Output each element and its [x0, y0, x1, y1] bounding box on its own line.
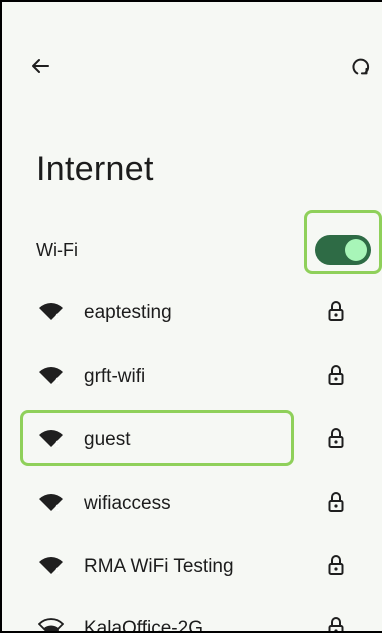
wifi-signal-icon: 6 — [39, 303, 63, 322]
svg-text:4: 4 — [55, 628, 60, 633]
network-name: KalaOffice-2G — [84, 618, 203, 633]
wifi-signal-icon: 6 — [39, 367, 63, 386]
network-row-rma-wifi-testing[interactable]: 6 RMA WiFi Testing — [2, 534, 382, 598]
lock-icon — [328, 617, 344, 631]
svg-text:6: 6 — [55, 312, 60, 322]
lock-icon — [328, 555, 344, 575]
network-name: RMA WiFi Testing — [84, 556, 234, 577]
wifi-signal-icon: 6 — [39, 430, 63, 449]
network-name: guest — [84, 429, 131, 450]
svg-text:6: 6 — [55, 376, 60, 386]
wifi-signal-icon: 6 — [39, 494, 63, 513]
wifi-signal-icon: 4 — [38, 618, 64, 633]
network-name: eaptesting — [84, 302, 172, 323]
refresh-icon — [352, 58, 370, 75]
lock-icon — [328, 365, 344, 385]
refresh-button[interactable] — [350, 56, 372, 78]
svg-text:6: 6 — [55, 503, 60, 513]
lock-icon — [328, 301, 344, 321]
page-title: Internet — [36, 150, 154, 188]
wifi-toggle-label: Wi-Fi — [36, 240, 78, 260]
back-button[interactable] — [28, 54, 52, 78]
wifi-toggle[interactable] — [315, 235, 371, 265]
network-row-grft-wifi[interactable]: 6 grft-wifi — [2, 344, 382, 408]
network-row-eaptesting[interactable]: 6 eaptesting — [2, 280, 382, 344]
wifi-toggle-knob — [345, 239, 367, 261]
network-name: grft-wifi — [84, 366, 146, 387]
network-row-kalaoffice-2g[interactable]: 4 KalaOffice-2G — [2, 596, 382, 633]
arrow-left-icon — [32, 59, 49, 73]
screen: Internet Wi-Fi 6 eaptesting 6 grft-wifi — [0, 0, 382, 633]
svg-text:6: 6 — [55, 439, 60, 449]
wifi-signal-icon: 6 — [39, 557, 63, 576]
svg-text:6: 6 — [55, 566, 60, 576]
network-row-wifiaccess[interactable]: 6 wifiaccess — [2, 471, 382, 535]
network-row-guest[interactable]: 6 guest — [2, 407, 382, 471]
lock-icon — [328, 492, 344, 512]
network-name: wifiaccess — [84, 493, 171, 514]
lock-icon — [328, 428, 344, 448]
